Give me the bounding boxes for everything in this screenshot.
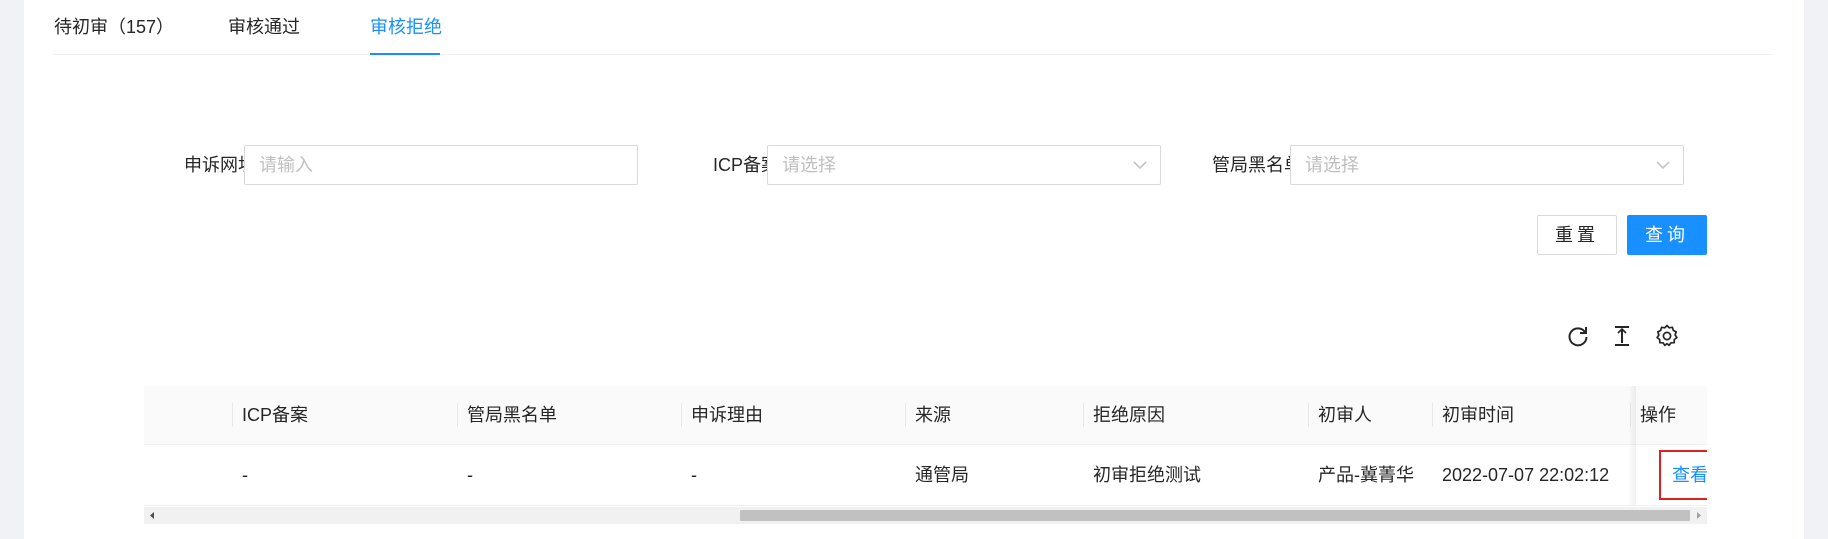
tab-pending[interactable]: 待初审（157） bbox=[54, 0, 174, 54]
fixed-column-shadow bbox=[1628, 386, 1636, 505]
column-separator bbox=[1308, 403, 1309, 427]
column-separator bbox=[1083, 403, 1084, 427]
data-table: ICP备案 管局黑名单 申诉理由 来源 拒绝原因 初审人 初审时间 操作 - -… bbox=[144, 386, 1707, 526]
cell-icp: - bbox=[242, 465, 248, 485]
cell-reviewer: 产品-冀菁华 bbox=[1318, 465, 1414, 485]
horizontal-scrollbar[interactable] bbox=[144, 507, 1707, 524]
column-separator bbox=[905, 403, 906, 427]
tab-approved[interactable]: 审核通过 bbox=[228, 0, 300, 54]
cell-reason: - bbox=[691, 465, 697, 485]
column-header-blacklist: 管局黑名单 bbox=[467, 405, 557, 425]
view-link[interactable]: 查看 bbox=[1661, 452, 1707, 498]
tab-active-indicator bbox=[370, 53, 440, 55]
cell-review-time: 2022-07-07 22:02:12 bbox=[1442, 465, 1610, 485]
chevron-down-icon bbox=[1133, 161, 1147, 170]
column-header-review-time: 初审时间 bbox=[1442, 405, 1514, 425]
url-input[interactable] bbox=[245, 146, 637, 184]
scroll-left-icon[interactable] bbox=[144, 507, 161, 524]
icp-select-placeholder: 请选择 bbox=[782, 155, 836, 175]
blacklist-label: 管局黑名单: bbox=[1211, 155, 1307, 175]
icp-select[interactable]: 请选择 bbox=[767, 145, 1161, 185]
table-row: - - - 通管局 初审拒绝测试 产品-冀菁华 2022-07-07 22:02… bbox=[144, 445, 1707, 506]
column-header-reason: 申诉理由 bbox=[691, 405, 763, 425]
content-panel: 待初审（157） 审核通过 审核拒绝 申诉网址: ICP备案: 请选择 管局黑名… bbox=[24, 0, 1804, 539]
query-button[interactable]: 查询 bbox=[1627, 215, 1707, 255]
chevron-down-icon bbox=[1656, 161, 1670, 170]
column-separator bbox=[1432, 403, 1433, 427]
column-header-source: 来源 bbox=[915, 405, 951, 425]
cell-blacklist: - bbox=[467, 465, 473, 485]
reload-icon[interactable] bbox=[1565, 323, 1591, 349]
action-highlight-box: 查看 bbox=[1659, 450, 1707, 500]
column-header-action: 操作 bbox=[1640, 405, 1676, 425]
tab-bar: 待初审（157） 审核通过 审核拒绝 bbox=[54, 0, 1772, 55]
setting-icon[interactable] bbox=[1654, 323, 1680, 349]
scroll-right-icon[interactable] bbox=[1690, 507, 1707, 524]
column-header-reviewer: 初审人 bbox=[1318, 405, 1372, 425]
table-header: ICP备案 管局黑名单 申诉理由 来源 拒绝原因 初审人 初审时间 操作 bbox=[144, 386, 1707, 445]
cell-reject-reason: 初审拒绝测试 bbox=[1093, 465, 1201, 485]
column-separator bbox=[232, 403, 233, 427]
column-separator bbox=[457, 403, 458, 427]
column-height-icon[interactable] bbox=[1609, 323, 1635, 349]
reset-button[interactable]: 重置 bbox=[1537, 215, 1617, 255]
column-separator bbox=[681, 403, 682, 427]
blacklist-select[interactable]: 请选择 bbox=[1290, 145, 1684, 185]
blacklist-select-placeholder: 请选择 bbox=[1305, 155, 1359, 175]
column-header-icp: ICP备案 bbox=[242, 405, 309, 425]
cell-source: 通管局 bbox=[915, 465, 969, 485]
url-field-wrapper bbox=[244, 145, 638, 185]
scrollbar-thumb[interactable] bbox=[740, 510, 1690, 521]
tab-rejected[interactable]: 审核拒绝 bbox=[370, 0, 442, 54]
column-header-reject-reason: 拒绝原因 bbox=[1093, 405, 1165, 425]
